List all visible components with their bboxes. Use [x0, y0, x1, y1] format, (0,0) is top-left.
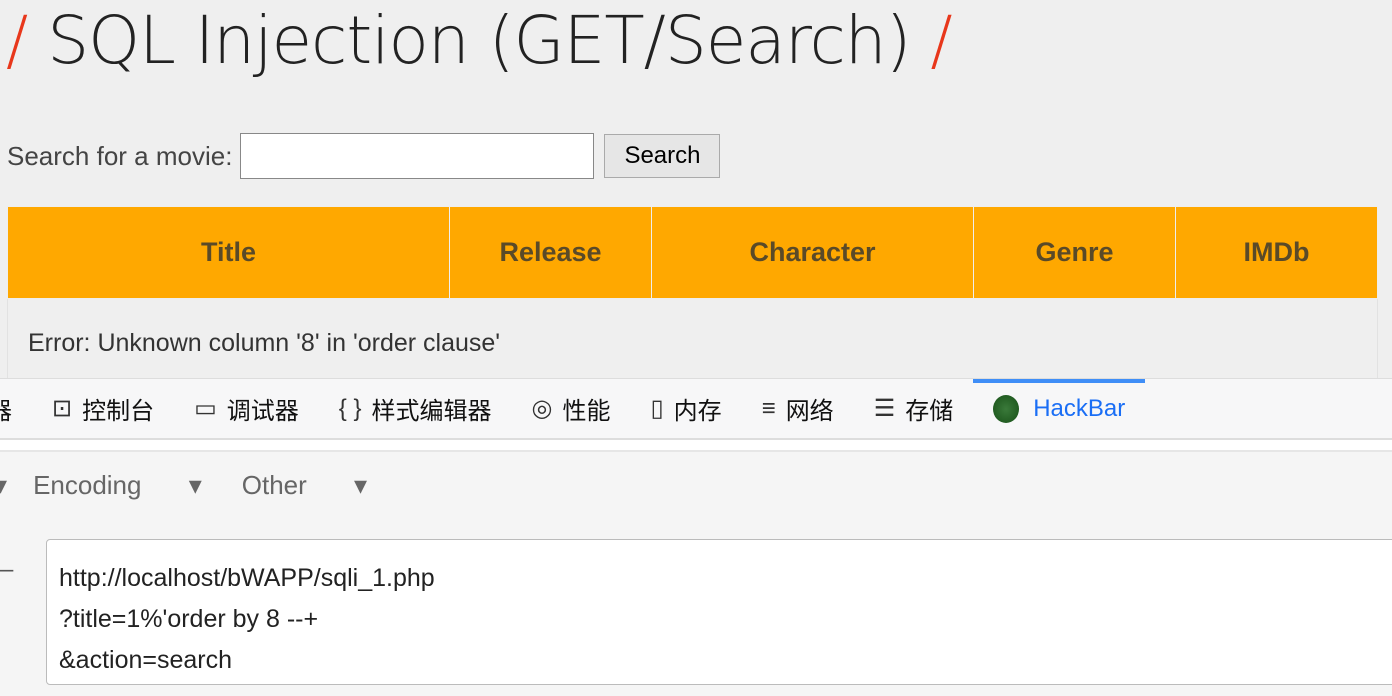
page-title-text: SQL Injection (GET/Search) — [47, 2, 911, 79]
performance-icon: ◎ — [531, 395, 553, 422]
column-title: Title — [7, 206, 450, 299]
url-textarea[interactable]: http://localhost/bWAPP/sqli_1.php ?title… — [46, 539, 1392, 685]
tab-label: HackBar — [1033, 394, 1126, 422]
divider — [0, 440, 1392, 450]
tab-inspector[interactable]: 器 — [0, 379, 32, 438]
tab-label: 存储 — [905, 398, 954, 425]
memory-icon: ▯ — [650, 395, 664, 422]
hackbar-menu: ▾ Encoding ▾ Other ▾ — [0, 450, 1392, 518]
network-icon: ≡ — [761, 394, 776, 422]
search-button[interactable]: Search — [604, 134, 721, 178]
tab-label: 网络 — [785, 398, 834, 425]
hackbar-icon — [993, 394, 1020, 423]
tab-label: 器 — [0, 391, 12, 426]
bwapp-page: / SQL Injection (GET/Search) / Search fo… — [0, 0, 1392, 409]
menu-label: Encoding — [33, 469, 142, 500]
tab-label: 样式编辑器 — [371, 398, 492, 425]
column-imdb: IMDb — [1175, 206, 1378, 299]
column-release: Release — [449, 206, 652, 299]
search-input[interactable] — [240, 133, 595, 179]
tab-hackbar[interactable]: HackBar — [973, 379, 1146, 438]
other-menu[interactable]: Other ▾ — [242, 470, 367, 501]
tab-style-editor[interactable]: { } 样式编辑器 — [319, 379, 512, 438]
console-icon: ⊡ — [52, 395, 73, 422]
tab-label: 内存 — [673, 398, 722, 425]
tab-console[interactable]: ⊡ 控制台 — [32, 379, 174, 438]
debugger-icon: ▭ — [194, 395, 217, 422]
tab-label: 性能 — [562, 398, 611, 425]
column-character: Character — [651, 206, 974, 299]
page-title: / SQL Injection (GET/Search) / — [6, 2, 953, 79]
tab-label: 控制台 — [82, 398, 155, 425]
tab-label: 调试器 — [226, 398, 299, 425]
tab-memory[interactable]: ▯ 内存 — [630, 379, 741, 438]
tab-performance[interactable]: ◎ 性能 — [512, 379, 631, 438]
table-header: Title Release Character Genre IMDb — [7, 206, 1378, 299]
search-form: Search for a movie: Search — [7, 133, 721, 179]
storage-icon: ☰ — [873, 395, 896, 422]
tab-network[interactable]: ≡ 网络 — [742, 379, 854, 438]
style-editor-icon: { } — [338, 394, 362, 422]
tab-storage[interactable]: ☰ 存储 — [854, 379, 974, 438]
chevron-down-icon[interactable]: ▾ — [0, 470, 7, 501]
collapse-icon[interactable]: – — [0, 556, 13, 584]
devtools-tabs: 器 ⊡ 控制台 ▭ 调试器 { } 样式编辑器 ◎ 性能 ▯ 内存 ≡ 网络 ☰ 存储 Hac… — [0, 378, 1392, 440]
encoding-menu[interactable]: Encoding ▾ — [33, 470, 202, 501]
hackbar-area: – http://localhost/bWAPP/sqli_1.php ?tit… — [0, 518, 1392, 696]
column-genre: Genre — [973, 206, 1176, 299]
menu-label: Other — [241, 469, 307, 500]
tab-debugger[interactable]: ▭ 调试器 — [174, 379, 319, 438]
search-label: Search for a movie: — [7, 140, 233, 171]
